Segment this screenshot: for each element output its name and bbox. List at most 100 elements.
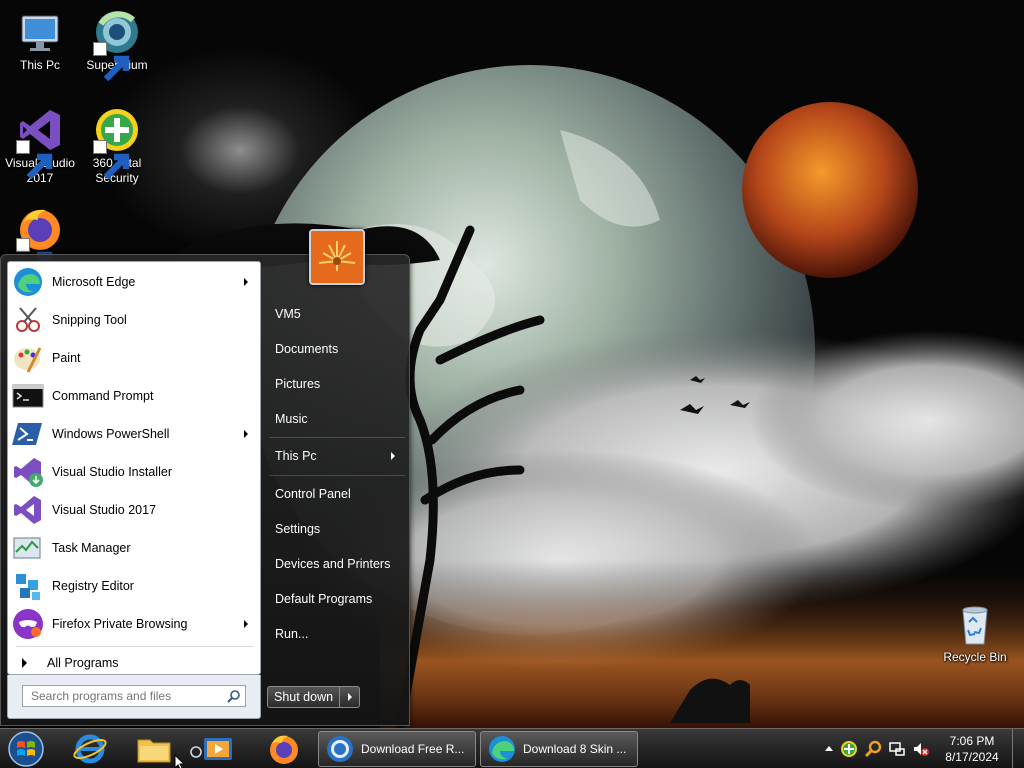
firefox-icon bbox=[270, 735, 298, 764]
task-label: Download Free R... bbox=[361, 742, 465, 756]
start-search-box[interactable] bbox=[22, 685, 246, 707]
visual-studio-installer-icon bbox=[12, 456, 44, 488]
separator bbox=[269, 437, 405, 438]
program-snipping-tool[interactable]: Snipping Tool bbox=[12, 302, 258, 338]
start-right-default-programs[interactable]: Default Programs bbox=[265, 584, 405, 614]
task-manager-icon bbox=[12, 532, 44, 564]
360-security-icon bbox=[841, 741, 857, 757]
clock-date: 8/17/2024 bbox=[945, 750, 999, 764]
powershell-icon bbox=[12, 418, 44, 450]
separator bbox=[16, 646, 254, 647]
start-search-area bbox=[7, 675, 261, 719]
show-hidden-icons-button[interactable] bbox=[820, 740, 834, 758]
right-item-label: Run... bbox=[275, 627, 309, 641]
internet-explorer-icon bbox=[73, 734, 107, 764]
chevron-right-icon bbox=[347, 693, 352, 701]
tray-network[interactable] bbox=[888, 740, 906, 758]
taskbar-pin-internet-explorer[interactable] bbox=[72, 732, 108, 766]
tray-volume[interactable] bbox=[912, 740, 930, 758]
start-right-run[interactable]: Run... bbox=[265, 619, 405, 649]
shutdown-options-button[interactable] bbox=[340, 686, 361, 708]
desktop-icon-recycle-bin[interactable]: Recycle Bin bbox=[935, 600, 1015, 665]
program-label: Windows PowerShell bbox=[52, 427, 170, 441]
desktop-icon-this-pc[interactable]: This Pc bbox=[0, 8, 80, 73]
shortcut-arrow-icon bbox=[93, 42, 130, 82]
right-item-label: Documents bbox=[275, 342, 339, 356]
chevron-up-icon bbox=[825, 746, 833, 751]
program-visual-studio-installer[interactable]: Visual Studio Installer bbox=[12, 454, 258, 490]
shutdown-control: Shut down bbox=[267, 686, 361, 708]
program-windows-powershell[interactable]: Windows PowerShell bbox=[12, 416, 258, 452]
taskbar-task-supermium[interactable]: Download Free R... bbox=[318, 731, 476, 767]
program-firefox-private-browsing[interactable]: Firefox Private Browsing bbox=[12, 606, 258, 642]
start-right-music[interactable]: Music bbox=[265, 404, 405, 434]
system-tray: 7:06 PM 8/17/2024 bbox=[820, 729, 1024, 768]
desktop-icon-firefox[interactable] bbox=[0, 204, 80, 278]
shortcut-arrow-icon bbox=[93, 140, 130, 180]
start-right-control-panel[interactable]: Control Panel bbox=[265, 479, 405, 509]
firefox-private-icon bbox=[12, 608, 44, 640]
folder-icon bbox=[137, 739, 171, 763]
shortcut-arrow-icon bbox=[16, 140, 53, 180]
supermium-icon bbox=[325, 734, 355, 764]
submenu-arrow-icon bbox=[244, 430, 248, 438]
desktop-icon-visual-studio-2017[interactable]: Visual Studio 2017 bbox=[0, 106, 80, 186]
right-item-label: VM5 bbox=[275, 307, 301, 321]
all-programs-button[interactable]: All Programs bbox=[16, 652, 256, 674]
shutdown-button[interactable]: Shut down bbox=[267, 686, 341, 708]
start-right-this-pc[interactable]: This Pc bbox=[265, 441, 405, 471]
start-right-pictures[interactable]: Pictures bbox=[265, 369, 405, 399]
desktop-icon-supermium[interactable]: Supermium bbox=[77, 8, 157, 82]
search-icon[interactable] bbox=[227, 689, 241, 703]
right-item-label: Default Programs bbox=[275, 592, 373, 606]
user-avatar-icon bbox=[311, 231, 363, 283]
volume-muted-icon bbox=[914, 743, 929, 756]
supermium-icon bbox=[93, 8, 141, 82]
registry-editor-icon bbox=[12, 570, 44, 602]
user-picture[interactable] bbox=[309, 229, 365, 285]
program-label: Command Prompt bbox=[52, 389, 154, 403]
shortcut-arrow-icon bbox=[16, 238, 53, 278]
taskbar-task-edge[interactable]: Download 8 Skin ... bbox=[480, 731, 638, 767]
start-right-settings[interactable]: Settings bbox=[265, 514, 405, 544]
task-label: Download 8 Skin ... bbox=[523, 742, 627, 756]
right-item-label: Music bbox=[275, 412, 308, 426]
taskbar-clock[interactable]: 7:06 PM 8/17/2024 bbox=[936, 733, 1008, 765]
program-label: Microsoft Edge bbox=[52, 275, 136, 289]
right-item-label: Devices and Printers bbox=[275, 557, 391, 571]
mouse-cursor-icon bbox=[174, 754, 186, 768]
start-menu: Microsoft Edge Snipping Tool Paint Comma… bbox=[0, 229, 410, 726]
program-visual-studio-2017[interactable]: Visual Studio 2017 bbox=[12, 492, 258, 528]
tray-search[interactable] bbox=[864, 740, 882, 758]
program-task-manager[interactable]: Task Manager bbox=[12, 530, 258, 566]
program-label: Registry Editor bbox=[52, 579, 134, 593]
start-right-documents[interactable]: Documents bbox=[265, 334, 405, 364]
submenu-arrow-icon bbox=[244, 620, 248, 628]
360-security-icon bbox=[93, 106, 141, 180]
program-label: Visual Studio 2017 bbox=[52, 503, 157, 517]
program-command-prompt[interactable]: Command Prompt bbox=[12, 378, 258, 414]
program-label: Paint bbox=[52, 351, 81, 365]
program-registry-editor[interactable]: Registry Editor bbox=[12, 568, 258, 604]
network-icon bbox=[889, 742, 905, 756]
separator bbox=[269, 475, 405, 476]
taskbar-pin-file-explorer[interactable] bbox=[136, 732, 172, 766]
tray-360-security[interactable] bbox=[840, 740, 858, 758]
windows-logo-icon bbox=[8, 731, 44, 767]
edge-icon bbox=[487, 734, 517, 764]
taskbar: Download Free R... Download 8 Skin ... 7… bbox=[0, 728, 1024, 768]
taskbar-pin-media-player[interactable] bbox=[200, 732, 236, 766]
search-input[interactable] bbox=[23, 686, 219, 706]
start-button[interactable] bbox=[6, 730, 46, 768]
start-right-vm5[interactable]: VM5 bbox=[265, 299, 405, 329]
taskbar-pin-firefox[interactable] bbox=[266, 732, 302, 766]
start-menu-programs-pane: Microsoft Edge Snipping Tool Paint Comma… bbox=[7, 261, 261, 675]
desktop-icon-360-total-security[interactable]: 360 Total Security bbox=[77, 106, 157, 186]
start-right-devices-and-printers[interactable]: Devices and Printers bbox=[265, 549, 405, 579]
program-microsoft-edge[interactable]: Microsoft Edge bbox=[12, 264, 258, 300]
firefox-icon bbox=[16, 204, 64, 278]
program-label: Snipping Tool bbox=[52, 313, 127, 327]
program-paint[interactable]: Paint bbox=[12, 340, 258, 376]
show-desktop-button[interactable] bbox=[1012, 729, 1024, 768]
program-label: Firefox Private Browsing bbox=[52, 617, 188, 631]
